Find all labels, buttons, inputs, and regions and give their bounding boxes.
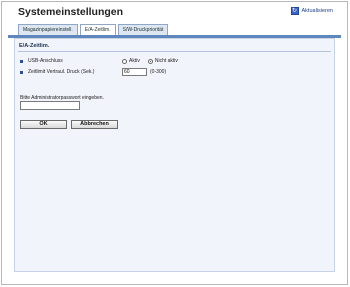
- cancel-button[interactable]: Abbrechen: [71, 120, 118, 129]
- section-title: E/A-Zeitlim.: [18, 42, 331, 52]
- main-frame: Systemeinstellungen ↻ Aktualisieren Maga…: [1, 1, 348, 285]
- bullet-icon: [20, 59, 23, 63]
- usb-active-radio[interactable]: Aktiv: [122, 58, 140, 64]
- usb-inactive-radio[interactable]: Nicht aktiv: [147, 58, 178, 64]
- bullet-icon: [20, 70, 23, 74]
- usb-inactive-label: Nicht aktiv: [154, 58, 178, 64]
- timeout-range: (0-300): [150, 69, 167, 75]
- usb-port-row: USB-Anschluss Aktiv Nicht aktiv: [20, 57, 186, 65]
- refresh-label: Aktualisieren: [301, 8, 334, 14]
- usb-port-label: USB-Anschluss: [28, 58, 63, 64]
- page-title: Systemeinstellungen: [18, 6, 124, 18]
- refresh-icon: ↻: [290, 7, 299, 15]
- tab-bar: Magazinpapiereinstell. E/A-Zeitlim. S/W-…: [18, 24, 169, 35]
- timeout-input[interactable]: 60: [122, 68, 147, 76]
- admin-password-input[interactable]: [20, 101, 80, 110]
- usb-active-label: Aktiv: [129, 58, 140, 64]
- settings-panel: E/A-Zeitlim. USB-Anschluss Aktiv Nicht a…: [14, 38, 335, 272]
- tab-tray-paper-settings[interactable]: Magazinpapiereinstell.: [18, 24, 78, 35]
- refresh-link[interactable]: ↻ Aktualisieren: [290, 7, 334, 15]
- timeout-row: Zeitlimit Vertraul. Druck (Sek.) 60 (0-3…: [20, 68, 166, 76]
- radio-circle-icon: [122, 58, 127, 64]
- ok-button[interactable]: OK: [20, 120, 67, 129]
- timeout-label: Zeitlimit Vertraul. Druck (Sek.): [28, 69, 95, 75]
- radio-selected-icon: [147, 58, 153, 64]
- tab-io-timeout[interactable]: E/A-Zeitlim.: [79, 24, 116, 35]
- tab-bw-print-priority[interactable]: S/W-Druckpriorität: [117, 24, 169, 35]
